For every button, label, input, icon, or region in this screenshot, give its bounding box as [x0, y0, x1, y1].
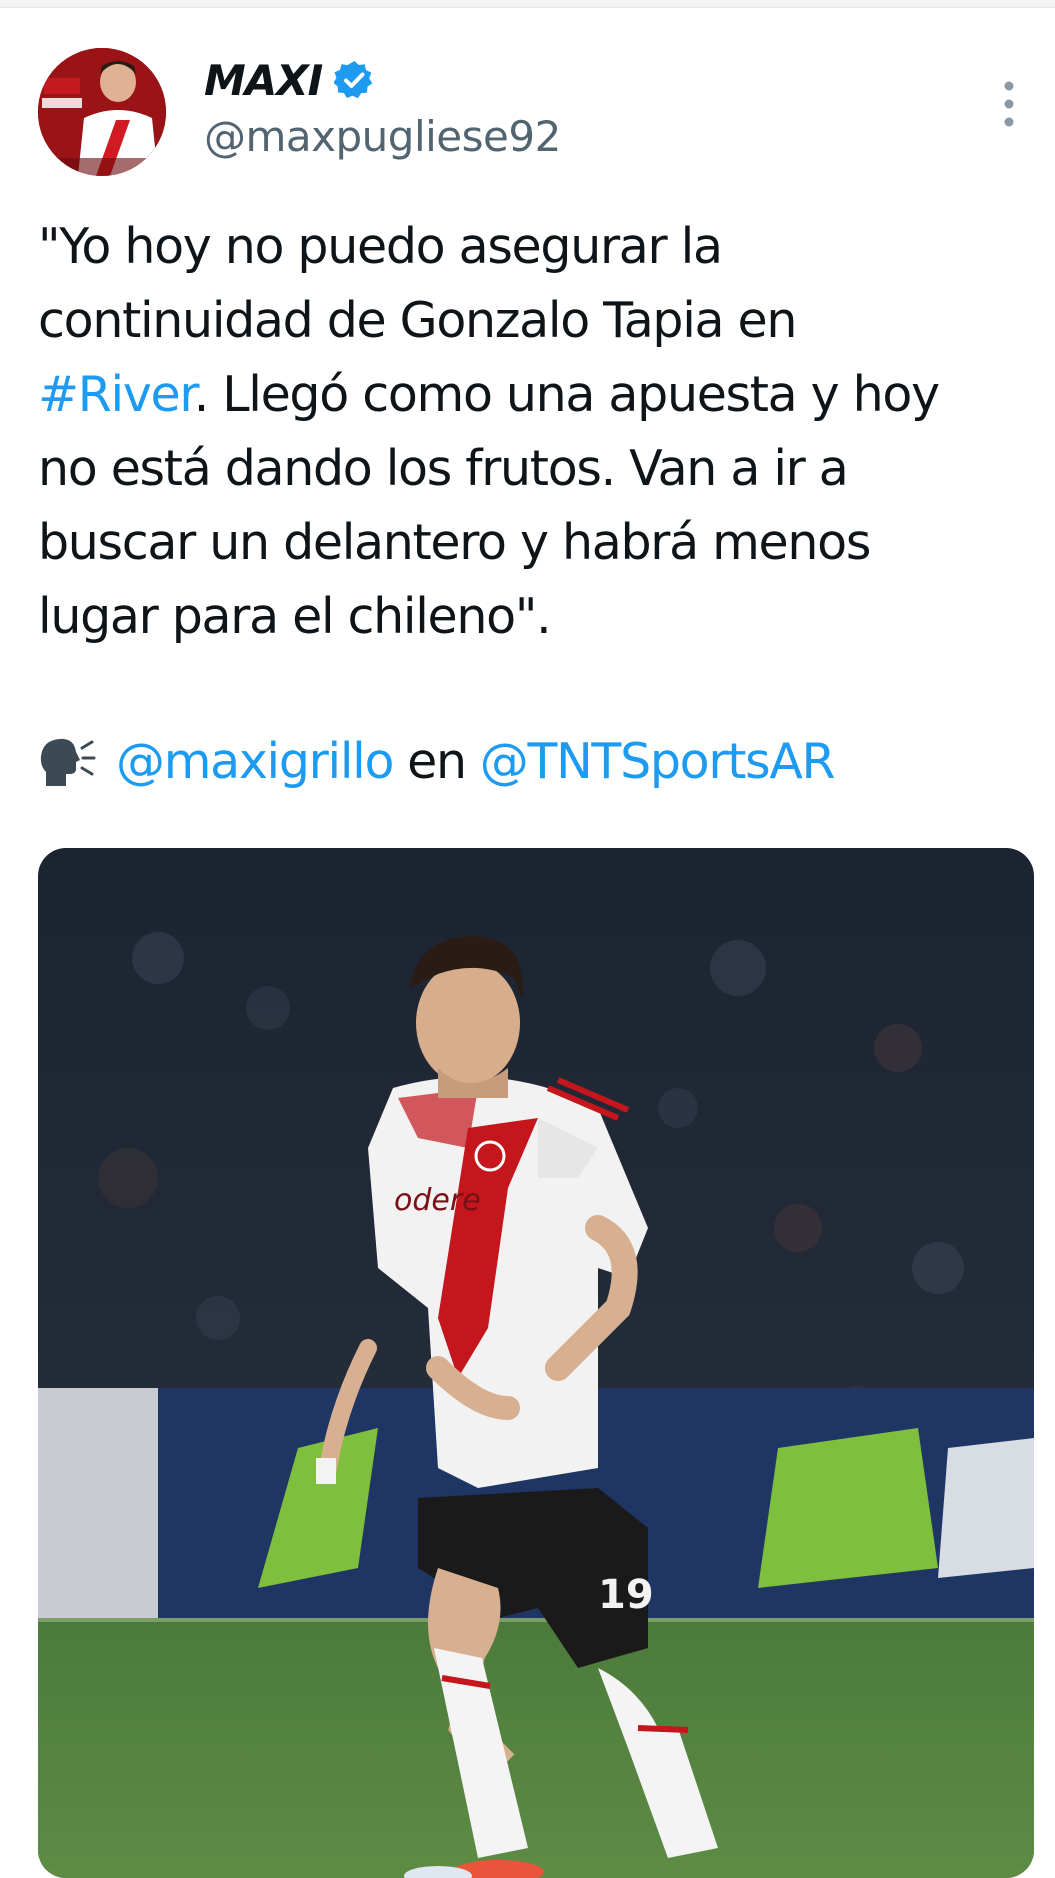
- tweet-card[interactable]: MAXI @maxpugliese92 "Yo hoy no puedo ase…: [0, 8, 1055, 1878]
- jersey-sponsor-text: odere: [394, 1183, 481, 1218]
- hashtag-link[interactable]: #River: [38, 366, 195, 423]
- tweet-media[interactable]: odere 19: [38, 848, 1034, 1878]
- player-photo: odere 19: [38, 848, 1034, 1878]
- avatar-photo: [38, 48, 166, 176]
- tweet-text-line: "Yo hoy no puedo asegurar la: [38, 210, 1038, 284]
- speaking-head-icon: [40, 738, 96, 786]
- author-handle[interactable]: @maxpugliese92: [204, 112, 561, 161]
- credit-connector: en: [407, 733, 467, 790]
- top-divider: [0, 0, 1055, 8]
- avatar[interactable]: [38, 48, 166, 176]
- more-vertical-icon[interactable]: [998, 80, 1020, 128]
- author-display-name[interactable]: MAXI: [204, 56, 323, 105]
- tweet-text-line: buscar un delantero y habrá menos: [38, 506, 1038, 580]
- text-span: continuidad de Gonzalo Tapia en: [38, 292, 797, 349]
- tweet-text-line: #River. Llegó como una apuesta y hoy: [38, 358, 1038, 432]
- verified-badge-icon: [334, 60, 373, 99]
- tweet-text: "Yo hoy no puedo asegurar la continuidad…: [38, 210, 1038, 654]
- mention-link-maxigrillo[interactable]: @maxigrillo: [116, 725, 394, 799]
- jersey-number: 19: [598, 1572, 654, 1618]
- text-span: lugar para el chileno".: [38, 588, 552, 645]
- text-span: buscar un delantero y habrá menos: [38, 514, 871, 571]
- tweet-text-line: lugar para el chileno".: [38, 580, 1038, 654]
- text-span: no está dando los frutos. Van a ir a: [38, 440, 849, 497]
- tweet-text-line: no está dando los frutos. Van a ir a: [38, 432, 1038, 506]
- text-span: . Llegó como una apuesta y hoy: [193, 366, 940, 423]
- text-span: "Yo hoy no puedo asegurar la: [38, 218, 723, 275]
- tweet-text-line: continuidad de Gonzalo Tapia en: [38, 284, 1038, 358]
- author-name-row[interactable]: MAXI: [204, 52, 374, 108]
- credit-line: @maxigrillo en @TNTSportsAR: [38, 725, 836, 799]
- mention-link-tntsports[interactable]: @TNTSportsAR: [480, 725, 836, 799]
